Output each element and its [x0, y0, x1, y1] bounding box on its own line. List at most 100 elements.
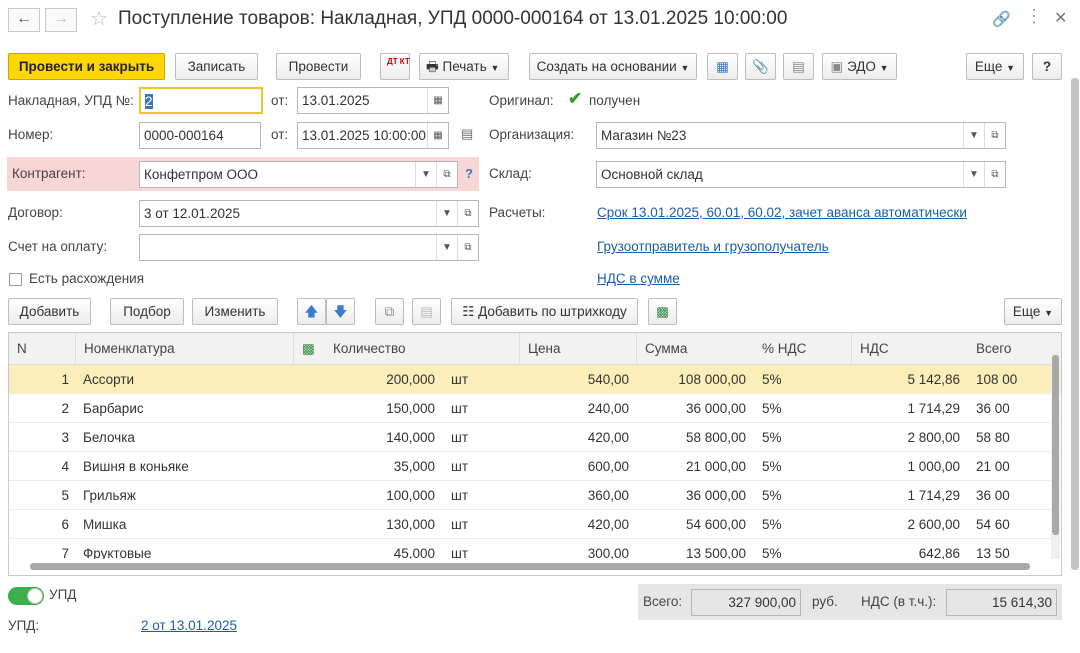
cell-total[interactable]: 36 00	[976, 394, 1051, 423]
cell-n[interactable]: 3	[9, 423, 69, 452]
column-n[interactable]: N	[9, 333, 75, 365]
table-row[interactable]: 6 Мишка 130,000 шт 420,00 54 600,00 5% 2 600,00…	[9, 510, 1061, 539]
cell-sum[interactable]: 54 600,00	[636, 510, 746, 539]
cell-vat[interactable]: 1 000,00	[851, 452, 960, 481]
cell-name[interactable]: Белочка	[83, 423, 293, 452]
print-button[interactable]: 🖶 Печать ▼	[419, 53, 509, 80]
edit-button[interactable]: Изменить	[192, 298, 278, 325]
help-button[interactable]: ?	[1032, 53, 1062, 80]
cell-name[interactable]: Вишня в коньяке	[83, 452, 293, 481]
dtkt-button[interactable]: ДТ КТ	[380, 53, 410, 80]
open-icon[interactable]: ⧉	[984, 123, 1005, 148]
table-row[interactable]: 3 Белочка 140,000 шт 420,00 58 800,00 5% 2 800,…	[9, 423, 1061, 452]
table-row[interactable]: 1 Ассорти 200,000 шт 540,00 108 000,00 5% 5 142…	[9, 365, 1061, 394]
cell-n[interactable]: 2	[9, 394, 69, 423]
invoice-pay-input[interactable]: ▼ ⧉	[139, 234, 479, 261]
cell-n[interactable]: 4	[9, 452, 69, 481]
column-sum[interactable]: Сумма	[636, 333, 754, 365]
cell-unit[interactable]: шт	[451, 481, 501, 510]
invoice-date-input[interactable]: 13.01.2025 ▦	[297, 87, 449, 114]
cell-total[interactable]: 58 80	[976, 423, 1051, 452]
back-icon[interactable]: ←	[8, 8, 40, 32]
cell-price[interactable]: 240,00	[519, 394, 629, 423]
cell-vat-rate[interactable]: 5%	[762, 510, 842, 539]
table-row[interactable]: 4 Вишня в коньяке 35,000 шт 600,00 21 000,00 5…	[9, 452, 1061, 481]
cell-vat[interactable]: 2 800,00	[851, 423, 960, 452]
cell-qty[interactable]: 140,000	[325, 423, 435, 452]
spreadsheet-icon[interactable]: ▩	[648, 298, 677, 325]
column-nomenclature[interactable]: Номенклатура	[75, 333, 293, 365]
more-button[interactable]: Еще ▼	[966, 53, 1024, 80]
open-icon[interactable]: ⧉	[457, 201, 478, 226]
cell-n[interactable]: 1	[9, 365, 69, 394]
comment-icon[interactable]: ▤	[461, 126, 473, 142]
cell-unit[interactable]: шт	[451, 365, 501, 394]
pick-button[interactable]: Подбор	[110, 298, 184, 325]
save-button[interactable]: Записать	[175, 53, 258, 80]
chevron-down-icon[interactable]: ▼	[415, 162, 436, 187]
chevron-down-icon[interactable]: ▼	[963, 162, 984, 187]
cell-vat[interactable]: 2 600,00	[851, 510, 960, 539]
number-date-input[interactable]: 13.01.2025 10:00:00 ▦	[297, 122, 449, 149]
cell-sum[interactable]: 21 000,00	[636, 452, 746, 481]
cell-n[interactable]: 6	[9, 510, 69, 539]
settlements-link[interactable]: Срок 13.01.2025, 60.01, 60.02, зачет ава…	[597, 205, 967, 220]
post-and-close-button[interactable]: Провести и закрыть	[8, 53, 165, 80]
cell-unit[interactable]: шт	[451, 510, 501, 539]
cell-name[interactable]: Барбарис	[83, 394, 293, 423]
vertical-scrollbar-thumb[interactable]	[1052, 355, 1059, 535]
discrepancies-checkbox[interactable]	[9, 273, 22, 286]
page-scrollbar-thumb[interactable]	[1071, 78, 1079, 570]
paperclip-icon[interactable]: 📎	[745, 53, 776, 80]
open-icon[interactable]: ⧉	[436, 162, 457, 187]
cell-total[interactable]: 36 00	[976, 481, 1051, 510]
add-row-button[interactable]: Добавить	[8, 298, 91, 325]
close-icon[interactable]: ✕	[1054, 8, 1067, 28]
structure-icon[interactable]: ▦	[707, 53, 738, 80]
cell-price[interactable]: 360,00	[519, 481, 629, 510]
post-button[interactable]: Провести	[276, 53, 361, 80]
cell-qty[interactable]: 130,000	[325, 510, 435, 539]
cell-total[interactable]: 54 60	[976, 510, 1051, 539]
cell-price[interactable]: 420,00	[519, 510, 629, 539]
cell-sum[interactable]: 36 000,00	[636, 481, 746, 510]
cell-qty[interactable]: 200,000	[325, 365, 435, 394]
cell-sum[interactable]: 36 000,00	[636, 394, 746, 423]
arrow-up-icon[interactable]: 🡅	[297, 298, 326, 325]
cell-vat-rate[interactable]: 5%	[762, 481, 842, 510]
cell-name[interactable]: Ассорти	[83, 365, 293, 394]
cell-total[interactable]: 108 00	[976, 365, 1051, 394]
cell-vat[interactable]: 5 142,86	[851, 365, 960, 394]
cell-vat[interactable]: 1 714,29	[851, 481, 960, 510]
cell-sum[interactable]: 108 000,00	[636, 365, 746, 394]
more-icon[interactable]: ⋮	[1025, 6, 1043, 27]
chevron-down-icon[interactable]: ▼	[963, 123, 984, 148]
column-price[interactable]: Цена	[519, 333, 636, 365]
horizontal-scrollbar-thumb[interactable]	[30, 563, 1030, 570]
contractor-help-icon[interactable]: ?	[465, 166, 473, 181]
goods-table[interactable]: N Номенклатура ▩ Количество Цена Сумма %…	[8, 332, 1062, 576]
paste-icon[interactable]: ▤	[412, 298, 441, 325]
cell-vat-rate[interactable]: 5%	[762, 423, 842, 452]
cell-vat-rate[interactable]: 5%	[762, 365, 842, 394]
table-row[interactable]: 2 Барбарис 150,000 шт 240,00 36 000,00 5% 1 714…	[9, 394, 1061, 423]
star-icon[interactable]: ☆	[90, 6, 108, 31]
cell-qty[interactable]: 150,000	[325, 394, 435, 423]
cell-vat[interactable]: 1 714,29	[851, 394, 960, 423]
table-row[interactable]: 5 Грильяж 100,000 шт 360,00 36 000,00 5% 1 714,…	[9, 481, 1061, 510]
arrow-down-icon[interactable]: 🡇	[326, 298, 355, 325]
open-icon[interactable]: ⧉	[457, 235, 478, 260]
edo-button[interactable]: ▣ ЭДО ▼	[822, 53, 897, 80]
cell-vat-rate[interactable]: 5%	[762, 452, 842, 481]
vat-link[interactable]: НДС в сумме	[597, 271, 680, 286]
cell-unit[interactable]: шт	[451, 452, 501, 481]
open-icon[interactable]: ⧉	[984, 162, 1005, 187]
invoice-number-input[interactable]: 2	[139, 87, 263, 114]
cell-sum[interactable]: 58 800,00	[636, 423, 746, 452]
cell-name[interactable]: Грильяж	[83, 481, 293, 510]
checkmark-icon[interactable]: ✔	[568, 89, 582, 109]
cell-price[interactable]: 420,00	[519, 423, 629, 452]
cell-unit[interactable]: шт	[451, 423, 501, 452]
cell-total[interactable]: 21 00	[976, 452, 1051, 481]
warehouse-input[interactable]: Основной склад ▼ ⧉	[596, 161, 1006, 188]
